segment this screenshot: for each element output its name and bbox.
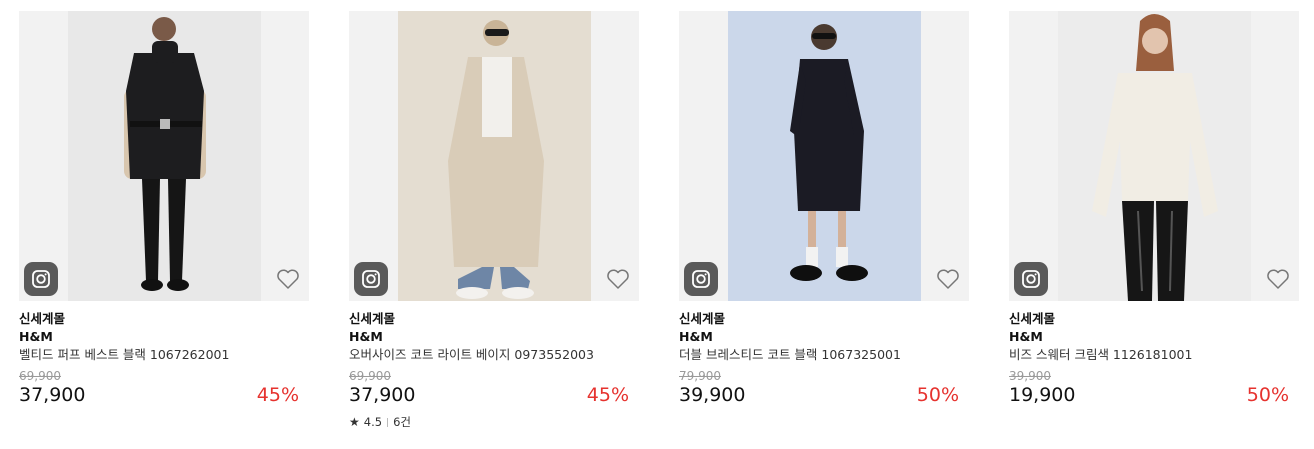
product-photo-double-breasted-coat [728, 11, 921, 301]
instagram-icon [32, 270, 50, 288]
product-image[interactable] [349, 11, 639, 301]
heart-icon[interactable] [275, 266, 301, 292]
mall-name: 신세계몰 [19, 311, 66, 326]
product-image[interactable] [1009, 11, 1299, 301]
instagram-button[interactable] [684, 262, 718, 296]
instagram-button[interactable] [1014, 262, 1048, 296]
product-name[interactable]: 오버사이즈 코트 라이트 베이지 0973552003 [349, 346, 639, 364]
product-name[interactable]: 벨티드 퍼프 베스트 블랙 1067262001 [19, 346, 309, 364]
discount-rate: 45% [256, 384, 299, 406]
instagram-icon [692, 270, 710, 288]
product-name[interactable]: 더블 브레스티드 코트 블랙 1067325001 [679, 346, 969, 364]
sale-price: 19,900 [1009, 384, 1076, 406]
mall-name: 신세계몰 [349, 311, 396, 326]
original-price: 79,900 [679, 369, 721, 383]
heart-icon[interactable] [605, 266, 631, 292]
instagram-button[interactable] [354, 262, 388, 296]
product-photo-puffer-vest [68, 11, 261, 301]
product-photo-beaded-sweater [1058, 11, 1251, 301]
mall-name: 신세계몰 [1009, 311, 1056, 326]
product-card[interactable]: 신세계몰 H&M 벨티드 퍼프 베스트 블랙 1067262001 69,900… [19, 11, 309, 430]
instagram-button[interactable] [24, 262, 58, 296]
brand-name[interactable]: H&M [679, 328, 969, 346]
heart-icon[interactable] [1265, 266, 1291, 292]
discount-rate: 50% [916, 384, 959, 406]
product-name[interactable]: 비즈 스웨터 크림색 1126181001 [1009, 346, 1299, 364]
product-card[interactable]: 신세계몰 H&M 오버사이즈 코트 라이트 베이지 0973552003 69,… [349, 11, 639, 430]
product-grid: 신세계몰 H&M 벨티드 퍼프 베스트 블랙 1067262001 69,900… [19, 11, 1299, 430]
divider [387, 417, 389, 427]
instagram-icon [1022, 270, 1040, 288]
product-photo-oversized-coat [398, 11, 591, 301]
discount-rate: 50% [1246, 384, 1289, 406]
original-price: 69,900 [349, 369, 391, 383]
review-count[interactable]: 6건 [393, 414, 411, 430]
rating-summary: ★ 4.5 6건 [349, 414, 639, 430]
original-price: 39,900 [1009, 369, 1051, 383]
instagram-icon [362, 270, 380, 288]
star-icon: ★ [349, 415, 360, 429]
sale-price: 39,900 [679, 384, 746, 406]
product-card[interactable]: 신세계몰 H&M 더블 브레스티드 코트 블랙 1067325001 79,90… [679, 11, 969, 430]
mall-name: 신세계몰 [679, 311, 726, 326]
original-price: 69,900 [19, 369, 61, 383]
product-image[interactable] [19, 11, 309, 301]
brand-name[interactable]: H&M [1009, 328, 1299, 346]
product-card[interactable]: 신세계몰 H&M 비즈 스웨터 크림색 1126181001 39,900 19… [1009, 11, 1299, 430]
brand-name[interactable]: H&M [349, 328, 639, 346]
product-image[interactable] [679, 11, 969, 301]
sale-price: 37,900 [19, 384, 86, 406]
discount-rate: 45% [586, 384, 629, 406]
rating-value: 4.5 [363, 415, 383, 429]
brand-name[interactable]: H&M [19, 328, 309, 346]
sale-price: 37,900 [349, 384, 416, 406]
heart-icon[interactable] [935, 266, 961, 292]
